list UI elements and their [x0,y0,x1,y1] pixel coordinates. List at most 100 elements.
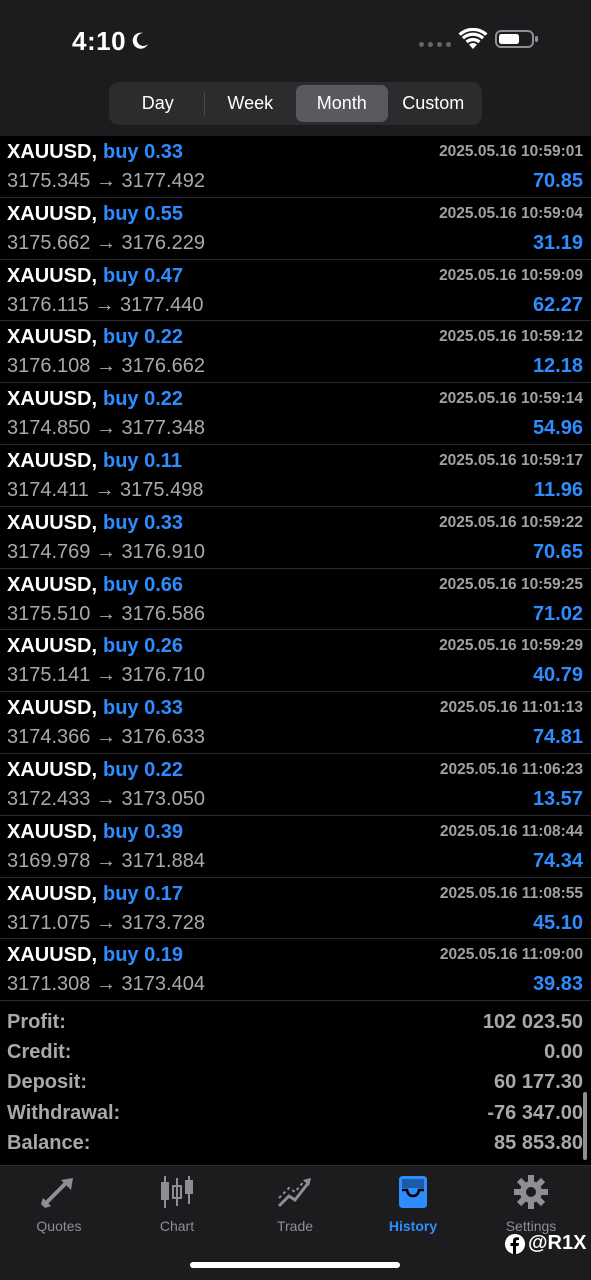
deal-row[interactable]: XAUUSD, buy 0.11 2025.05.16 10:59:17 3174.4… [0,445,591,507]
deal-symbol: XAUUSD, [7,635,98,658]
history-icon [399,1176,427,1208]
deal-row[interactable]: XAUUSD, buy 0.19 2025.05.16 11:09:00 3171.3… [0,939,591,1002]
summary-value: 60 177.30 [494,1071,583,1094]
segment-custom[interactable]: Custom [388,85,480,122]
deal-time: 2025.05.16 10:59:22 [439,513,583,531]
deal-row[interactable]: XAUUSD, buy 0.47 2025.05.16 10:59:09 3176.1… [0,260,591,322]
deal-time: 2025.05.16 11:08:44 [439,822,583,840]
deal-side: buy 0.19 [103,944,184,967]
deal-profit: 11.96 [534,478,583,501]
deal-prices: 3172.433 → 3173.050 [7,787,205,810]
deal-row[interactable]: XAUUSD, buy 0.33 2025.05.16 11:01:13 3174.3… [0,692,591,754]
segment-month[interactable]: Month [296,85,388,122]
scrollbar[interactable] [583,1092,587,1160]
segment-day[interactable]: Day [112,85,204,122]
deal-symbol: XAUUSD, [7,758,98,781]
deal-profit: 70.85 [532,170,583,192]
deal-row[interactable]: XAUUSD, buy 0.22 2025.05.16 10:59:14 3174.8… [0,383,591,445]
summary-label: Withdrawal: [7,1101,121,1124]
deal-row[interactable]: XAUUSD, buy 0.17 2025.05.16 11:08:55 3171.0… [0,878,591,940]
watermark-text: @R1X [528,1232,587,1254]
tab-settings[interactable]: Settings [472,1174,590,1234]
deal-prices: 3175.662 → 3176.229 [7,231,205,254]
summary-row: Withdrawal: -76 347.00 [0,1099,591,1129]
tab-quotes[interactable]: Quotes [0,1174,118,1234]
summary-value: 85 853.80 [494,1131,583,1154]
deal-side: buy 0.33 [103,141,184,163]
deal-side: buy 0.22 [103,758,184,781]
moon-icon [132,32,148,49]
deal-time: 2025.05.16 10:59:01 [439,143,583,160]
deal-prices: 3175.510 → 3176.586 [7,602,205,625]
summary-label: Credit: [7,1041,72,1064]
deal-profit: 62.27 [532,293,583,316]
deal-side: buy 0.33 [103,697,184,720]
tab-trade[interactable]: Trade [236,1174,354,1234]
deal-profit: 12.18 [532,355,583,378]
deal-time: 2025.05.16 10:59:09 [439,266,583,284]
deal-prices: 3176.115 → 3177.440 [7,293,204,316]
summary-row: Deposit: 60 177.30 [0,1068,591,1098]
deal-profit: 54.96 [532,417,583,440]
deal-profit: 74.34 [532,849,583,872]
deal-profit: 39.83 [532,973,583,996]
deal-side: buy 0.47 [103,264,184,287]
deal-row[interactable]: XAUUSD, buy 0.33 2025.05.16 10:59:22 3174.7… [0,507,591,569]
summary-value: -76 347.00 [487,1101,583,1124]
deal-side: buy 0.17 [103,882,184,905]
deal-row[interactable]: XAUUSD, buy 0.66 2025.05.16 10:59:25 3175.5… [0,569,591,631]
deal-symbol: XAUUSD, [7,573,98,596]
deal-row[interactable]: XAUUSD, buy 0.39 2025.05.16 11:08:44 3169.9… [0,816,591,878]
deal-profit: 40.79 [532,664,583,687]
deal-time: 2025.05.16 11:09:00 [439,946,583,964]
deal-row[interactable]: XAUUSD, buy 0.22 2025.05.16 11:06:23 3172.4… [0,754,591,816]
summary-row: Profit: 102 023.50 [0,1008,591,1038]
chart-icon [161,1176,193,1208]
tab-history[interactable]: History [354,1174,472,1234]
segment-week[interactable]: Week [205,85,297,122]
deal-profit: 31.19 [532,231,583,254]
deal-time: 2025.05.16 10:59:17 [439,451,583,469]
deal-side: buy 0.39 [103,820,184,843]
summary-row: Balance: 85 853.80 [0,1129,591,1159]
deal-prices: 3175.141 → 3176.710 [7,664,205,687]
deal-side: buy 0.33 [103,511,184,534]
deal-row[interactable]: XAUUSD, buy 0.33 2025.05.16 10:59:01 3175.3… [0,136,591,198]
deal-row[interactable]: XAUUSD, buy 0.22 2025.05.16 10:59:12 3176.1… [0,321,591,384]
deal-symbol: XAUUSD, [7,264,98,287]
deal-row[interactable]: XAUUSD, buy 0.26 2025.05.16 10:59:29 3175.1… [0,630,591,693]
home-indicator[interactable] [190,1262,400,1268]
deal-time: 2025.05.16 10:59:25 [439,575,583,593]
summary-row: Credit: 0.00 [0,1038,591,1068]
deal-time: 2025.05.16 10:59:29 [439,637,583,655]
period-selector: Day Week Month Custom [109,82,482,125]
deal-profit: 45.10 [532,911,583,934]
deal-symbol: XAUUSD, [7,697,98,720]
quotes-icon [41,1178,73,1208]
deal-time: 2025.05.16 11:01:13 [439,699,583,717]
deal-prices: 3174.769 → 3176.910 [7,540,205,563]
trade-icon [277,1178,311,1208]
deal-profit: 70.65 [532,540,583,563]
deal-symbol: XAUUSD, [7,449,98,472]
cellular-signal-icon [419,42,451,47]
deal-prices: 3169.978 → 3171.884 [7,849,205,872]
summary-label: Deposit: [7,1071,87,1094]
deal-symbol: XAUUSD, [7,820,98,843]
tab-trade-label: Trade [276,1218,314,1234]
deal-prices: 3176.108 → 3176.662 [7,355,205,378]
deal-prices: 3174.850 → 3177.348 [7,417,205,440]
status-time: 4:10 [72,26,127,56]
deal-symbol: XAUUSD, [7,202,98,225]
deal-prices: 3175.345 → 3177.492 [7,170,205,192]
deal-symbol: XAUUSD, [7,944,98,967]
deal-side: buy 0.22 [103,326,184,349]
battery-icon [495,30,538,48]
tab-chart[interactable]: Chart [118,1174,236,1234]
deal-prices: 3174.411 → 3175.498 [7,478,204,501]
deal-side: buy 0.55 [103,202,184,225]
deal-profit: 74.81 [532,726,583,749]
deal-row[interactable]: XAUUSD, buy 0.55 2025.05.16 10:59:04 3175.6… [0,198,591,260]
deal-profit: 13.57 [532,787,583,810]
tab-history-label: History [388,1218,438,1234]
